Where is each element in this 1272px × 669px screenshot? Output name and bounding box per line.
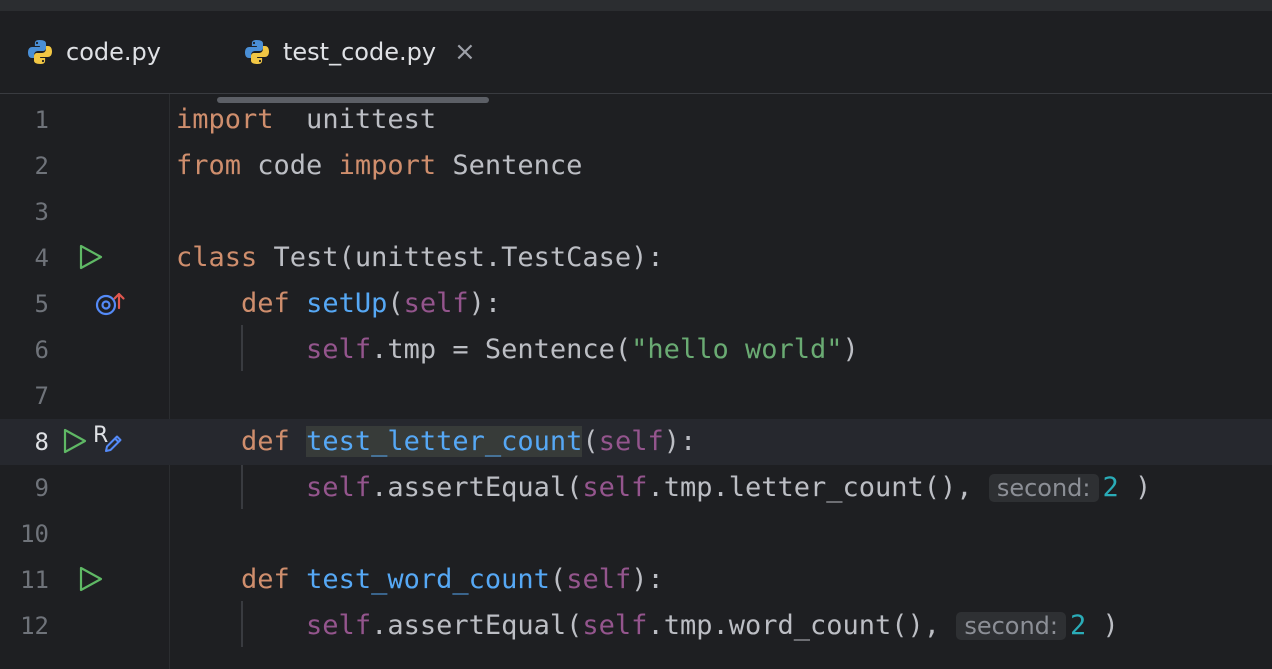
code-line-11[interactable]: 11 def test_word_count(self): <box>0 557 1272 603</box>
code-line-7[interactable]: 7 <box>0 373 1272 419</box>
window-top-strip <box>0 0 1272 11</box>
code-text: self.tmp = Sentence("hello world") <box>306 334 859 365</box>
line-number: 11 <box>20 566 49 594</box>
tab-label: code.py <box>66 38 161 66</box>
line-number: 4 <box>34 244 49 272</box>
highlighted-identifier: test_letter_count <box>306 426 583 457</box>
code-line-8-current[interactable]: 8 R def test_letter_count(self): <box>0 419 1272 465</box>
line-number: 5 <box>34 290 49 318</box>
override-up-icon[interactable] <box>94 290 126 318</box>
code-line-10[interactable]: 10 <box>0 511 1272 557</box>
code-text: class Test(unittest.TestCase): <box>176 242 664 273</box>
line-number: 6 <box>34 336 49 364</box>
code-line-2[interactable]: 2 from code import Sentence <box>0 143 1272 189</box>
line-number: 2 <box>34 152 49 180</box>
code-line-6[interactable]: 6 self.tmp = Sentence("hello world") <box>0 327 1272 373</box>
code-editor[interactable]: 1 import unittest 2 from code import Sen… <box>0 94 1272 669</box>
line-number: 10 <box>20 520 49 548</box>
code-text: import unittest <box>176 104 437 135</box>
code-line-1[interactable]: 1 import unittest <box>0 97 1272 143</box>
run-triangle-icon[interactable] <box>62 428 88 454</box>
python-icon <box>245 40 269 64</box>
code-line-9[interactable]: 9 self.assertEqual(self.tmp.letter_count… <box>0 465 1272 511</box>
run-triangle-icon[interactable] <box>78 566 104 592</box>
close-icon[interactable]: × <box>454 39 476 65</box>
code-text: def setUp(self): <box>241 288 502 319</box>
code-text: def test_letter_count(self): <box>241 426 697 457</box>
code-text: def test_word_count(self): <box>241 564 664 595</box>
line-number: 8 <box>34 428 49 456</box>
line-number: 12 <box>20 612 49 640</box>
tab-test-code-py[interactable]: test_code.py × <box>243 11 476 93</box>
code-text: from code import Sentence <box>176 150 583 181</box>
line-number: 3 <box>34 198 49 226</box>
editor-tab-bar: code.py test_code.py × <box>0 11 1272 103</box>
line-number: 9 <box>34 474 49 502</box>
line-number: 7 <box>34 382 49 410</box>
python-icon <box>28 40 52 64</box>
tab-label: test_code.py <box>283 38 437 66</box>
pencil-icon[interactable] <box>102 433 124 455</box>
code-line-5[interactable]: 5 def setUp(self): <box>0 281 1272 327</box>
code-text: self.assertEqual(self.tmp.word_count(), … <box>306 610 1119 641</box>
code-line-12[interactable]: 12 self.assertEqual(self.tmp.word_count(… <box>0 603 1272 649</box>
run-triangle-icon[interactable] <box>78 244 104 270</box>
code-line-4[interactable]: 4 class Test(unittest.TestCase): <box>0 235 1272 281</box>
parameter-hint: second: <box>956 612 1066 640</box>
code-line-3[interactable]: 3 <box>0 189 1272 235</box>
line-number: 1 <box>34 106 49 134</box>
parameter-hint: second: <box>988 474 1099 502</box>
code-text: self.assertEqual(self.tmp.letter_count()… <box>306 472 1152 503</box>
tab-code-py[interactable]: code.py <box>26 11 161 93</box>
